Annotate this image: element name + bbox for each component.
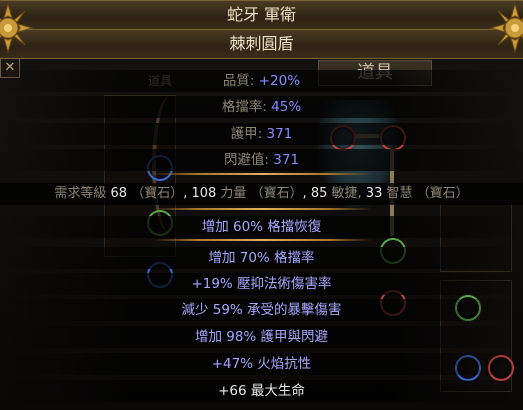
property-label: 護甲: <box>230 126 267 142</box>
item-base-type: 棘刺圓盾 <box>0 29 523 59</box>
req-int-value: 33 <box>365 186 383 201</box>
req-dex-value: 85 <box>310 186 328 201</box>
req-dex-label: 敏捷, <box>327 186 366 201</box>
req-level-label: 需求等級 <box>54 186 111 201</box>
explicit-mod: +47% 火焰抗性 <box>0 353 523 375</box>
implicit-mod: 增加 60% 格擋恢復 <box>0 216 523 238</box>
property-value: 371 <box>266 126 293 142</box>
property-value: +20% <box>258 73 301 89</box>
explicit-mod: +66 最大生命 <box>0 380 523 402</box>
property-value: 371 <box>273 152 300 168</box>
explicit-mod: +19% 壓抑法術傷害率 <box>0 273 523 295</box>
req-level-value: 68 <box>110 186 128 201</box>
property-armour: 護甲: 371 <box>0 123 523 145</box>
property-quality: 品質: +20% <box>0 70 523 92</box>
explicit-mod: 增加 98% 護甲與閃避 <box>0 326 523 348</box>
req-sep: , <box>302 186 311 201</box>
requirements-line: 需求等級 68 （寶石）, 108 力量 （寶石）, 85 敏捷, 33 智慧 … <box>0 183 523 205</box>
req-gem-note: （寶石） <box>416 186 469 201</box>
property-block-chance: 格擋率: 45% <box>0 96 523 118</box>
req-int-label: 智慧 <box>382 186 417 201</box>
separator <box>152 208 372 210</box>
explicit-mod: 減少 59% 承受的暴擊傷害 <box>0 299 523 321</box>
separator <box>152 239 372 241</box>
item-name: 蛇牙 軍衛 <box>0 0 523 30</box>
ornament-left-icon <box>0 2 34 54</box>
req-gem-note: （寶石） <box>127 186 184 201</box>
separator <box>152 173 372 175</box>
req-str-value: 108 <box>191 186 217 201</box>
req-str-label: 力量 <box>216 186 251 201</box>
property-value: 45% <box>271 99 302 115</box>
property-label: 品質: <box>222 73 259 89</box>
item-tooltip: 蛇牙 軍衛 棘刺圓盾 品質: +20% 格擋率: 45% 護甲: 371 閃避值… <box>0 0 523 410</box>
ornament-right-icon <box>489 2 523 54</box>
property-label: 閃避值: <box>223 152 274 168</box>
property-evasion: 閃避值: 371 <box>0 149 523 171</box>
property-label: 格擋率: <box>221 99 272 115</box>
explicit-mod: 增加 70% 格擋率 <box>0 247 523 269</box>
req-gem-note: （寶石） <box>250 186 303 201</box>
